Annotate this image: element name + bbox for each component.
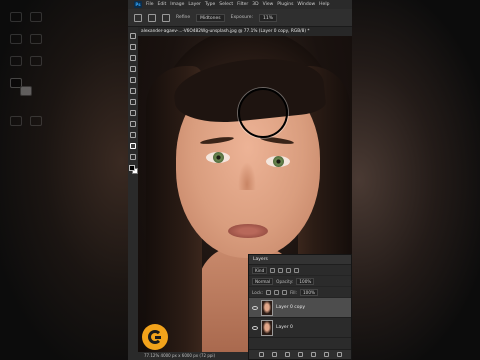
pen-tool-icon[interactable] bbox=[130, 154, 136, 160]
photo-lips bbox=[228, 224, 268, 238]
layer-thumbnail bbox=[261, 319, 273, 336]
home-icon[interactable] bbox=[134, 13, 142, 22]
document-tab[interactable]: alexander-agaev-...-V6O482Wg-unsplash.jp… bbox=[141, 29, 310, 34]
layers-footer bbox=[249, 349, 351, 359]
group-icon[interactable] bbox=[310, 352, 316, 357]
visibility-eye-icon[interactable] bbox=[252, 325, 258, 330]
photoshop-window: Ps File Edit Image Layer Type Select Fil… bbox=[128, 0, 352, 360]
logo-g-icon bbox=[148, 330, 162, 344]
menu-filter[interactable]: Filter bbox=[237, 0, 248, 9]
menu-3d[interactable]: 3D bbox=[252, 0, 258, 9]
move-tool-icon[interactable] bbox=[130, 33, 136, 39]
menu-file[interactable]: File bbox=[146, 0, 154, 9]
layer-row-layer-0-copy[interactable]: Layer 0 copy bbox=[249, 298, 351, 318]
photo-nose bbox=[238, 162, 256, 190]
brush-preset-icon[interactable] bbox=[162, 13, 170, 22]
menu-image[interactable]: Image bbox=[170, 0, 184, 9]
pixel-filter-icon[interactable] bbox=[270, 267, 276, 273]
visibility-eye-icon[interactable] bbox=[252, 305, 258, 310]
layers-filter-row: Kind bbox=[249, 265, 351, 276]
adjustment-filter-icon[interactable] bbox=[278, 267, 284, 273]
fill-field[interactable]: 100% bbox=[299, 288, 318, 296]
eyedropper-tool-icon[interactable] bbox=[130, 88, 136, 94]
lock-position-icon[interactable] bbox=[273, 289, 279, 295]
lock-label: Lock: bbox=[252, 289, 263, 295]
quick-select-tool-icon[interactable] bbox=[130, 66, 136, 72]
brush-tool-icon[interactable] bbox=[130, 110, 136, 116]
menu-layer[interactable]: Layer bbox=[188, 0, 201, 9]
exposure-field[interactable]: 11% bbox=[259, 13, 278, 22]
marquee-tool-icon[interactable] bbox=[130, 44, 136, 50]
photo-right-eye bbox=[266, 156, 290, 167]
lasso-tool-icon[interactable] bbox=[130, 55, 136, 61]
channel-logo bbox=[142, 324, 168, 350]
healing-tool-icon[interactable] bbox=[130, 99, 136, 105]
brush-cursor bbox=[238, 88, 288, 138]
exposure-label: Exposure: bbox=[230, 15, 253, 20]
tools-panel bbox=[128, 27, 138, 360]
layer-row-layer-0[interactable]: Layer 0 bbox=[249, 318, 351, 338]
blurred-toolbar-echo bbox=[6, 6, 50, 136]
photo-left-eye bbox=[206, 152, 230, 163]
adjustment-layer-icon[interactable] bbox=[297, 352, 303, 357]
layer-name: Layer 0 bbox=[276, 325, 293, 330]
lock-all-icon[interactable] bbox=[281, 289, 287, 295]
add-mask-icon[interactable] bbox=[284, 352, 290, 357]
app-logo: Ps bbox=[134, 1, 142, 8]
refine-label: Refine bbox=[176, 15, 191, 20]
link-layers-icon[interactable] bbox=[258, 352, 264, 357]
blend-row: Normal Opacity: 100% bbox=[249, 276, 351, 287]
new-layer-icon[interactable] bbox=[323, 352, 329, 357]
menu-bar: Ps File Edit Image Layer Type Select Fil… bbox=[128, 0, 352, 9]
type-filter-icon[interactable] bbox=[286, 267, 292, 273]
layer-name: Layer 0 copy bbox=[276, 305, 306, 310]
crop-tool-icon[interactable] bbox=[130, 77, 136, 83]
blurred-background-left bbox=[0, 0, 128, 360]
layers-panel: Layers Kind Normal Opacity: 100% Lock: F… bbox=[248, 254, 352, 360]
fx-icon[interactable] bbox=[271, 352, 277, 357]
options-bar: Refine Midtones Exposure: 11% bbox=[128, 9, 352, 27]
dodge-tool-icon[interactable] bbox=[148, 13, 156, 22]
shape-filter-icon[interactable] bbox=[294, 267, 300, 273]
blurred-background-right bbox=[352, 0, 480, 360]
lock-pixels-icon[interactable] bbox=[265, 289, 271, 295]
blend-mode-select[interactable]: Normal bbox=[252, 277, 274, 285]
menu-edit[interactable]: Edit bbox=[158, 0, 167, 9]
range-select[interactable]: Midtones bbox=[196, 13, 225, 22]
opacity-label: Opacity: bbox=[276, 278, 294, 284]
menu-view[interactable]: View bbox=[263, 0, 274, 9]
menu-help[interactable]: Help bbox=[319, 0, 329, 9]
document-tab-bar: alexander-agaev-...-V6O482Wg-unsplash.jp… bbox=[138, 27, 352, 36]
menu-select[interactable]: Select bbox=[219, 0, 233, 9]
opacity-field[interactable]: 100% bbox=[296, 277, 315, 285]
foreground-color-swatch[interactable] bbox=[129, 165, 135, 171]
menu-window[interactable]: Window bbox=[297, 0, 315, 9]
lock-row: Lock: Fill: 100% bbox=[249, 287, 351, 298]
menu-plugins[interactable]: Plugins bbox=[277, 0, 293, 9]
dodge-tool-icon[interactable] bbox=[130, 143, 136, 149]
layer-thumbnail bbox=[261, 299, 273, 316]
kind-filter-select[interactable]: Kind bbox=[252, 266, 268, 274]
eraser-tool-icon[interactable] bbox=[130, 132, 136, 138]
fill-label: Fill: bbox=[289, 289, 297, 295]
trash-icon[interactable] bbox=[336, 352, 342, 357]
menu-type[interactable]: Type bbox=[205, 0, 215, 9]
layers-panel-title: Layers bbox=[249, 255, 351, 265]
stamp-tool-icon[interactable] bbox=[130, 121, 136, 127]
